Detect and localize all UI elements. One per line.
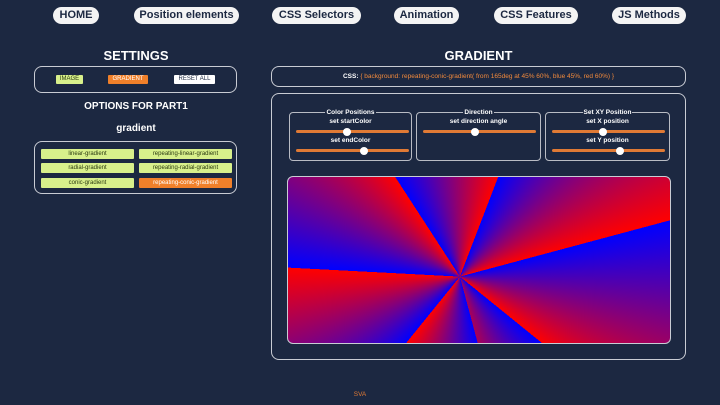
end-color-slider-thumb[interactable] xyxy=(359,146,368,155)
direction-angle-label: set direction angle xyxy=(449,118,508,125)
start-color-slider[interactable] xyxy=(296,127,409,136)
x-position-slider[interactable] xyxy=(552,127,665,136)
image-mode-button[interactable]: IMAGE xyxy=(56,75,83,84)
gradient-type-options: linear-gradient repeating-linear-gradien… xyxy=(34,141,237,194)
x-position-label: set X position xyxy=(586,118,629,125)
css-label: CSS: xyxy=(342,73,359,80)
y-position-label: set Y position xyxy=(586,137,629,144)
direction-group: Direction set direction angle xyxy=(416,109,541,161)
direction-angle-slider[interactable] xyxy=(423,127,536,136)
direction-angle-slider-thumb[interactable] xyxy=(470,127,479,136)
options-subtitle: gradient xyxy=(116,123,156,134)
color-positions-group: Color Positions set startColor set endCo… xyxy=(289,109,412,161)
repeating-linear-gradient-option[interactable]: repeating-linear-gradient xyxy=(139,149,232,159)
xy-position-legend: Set XY Position xyxy=(582,109,633,116)
options-title: OPTIONS FOR PART1 xyxy=(84,101,188,112)
direction-legend: Direction xyxy=(463,109,494,116)
nav-css-features-button[interactable]: CSS Features xyxy=(494,7,578,24)
color-positions-legend: Color Positions xyxy=(325,109,376,116)
mode-selector-box: IMAGE GRADIENT RESET ALL xyxy=(34,66,237,93)
linear-gradient-option[interactable]: linear-gradient xyxy=(41,149,134,159)
start-color-label: set startColor xyxy=(329,118,372,125)
xy-position-group: Set XY Position set X position set Y pos… xyxy=(545,109,670,161)
css-output-line: CSS: { background: repeating-conic-gradi… xyxy=(272,73,685,80)
nav-home-button[interactable]: HOME xyxy=(53,7,99,24)
nav-position-elements-button[interactable]: Position elements xyxy=(134,7,239,24)
end-color-slider[interactable] xyxy=(296,146,409,155)
y-position-slider[interactable] xyxy=(552,146,665,155)
y-position-slider-thumb[interactable] xyxy=(615,146,624,155)
css-value: { background: repeating-conic-gradient( … xyxy=(360,73,614,80)
reset-all-button[interactable]: RESET ALL xyxy=(174,75,215,84)
nav-css-selectors-button[interactable]: CSS Selectors xyxy=(272,7,361,24)
settings-title: SETTINGS xyxy=(103,48,169,63)
radial-gradient-option[interactable]: radial-gradient xyxy=(41,163,134,173)
top-nav: HOME Position elements CSS Selectors Ani… xyxy=(0,7,720,25)
footer-credit: SVA xyxy=(353,391,367,398)
repeating-conic-gradient-option[interactable]: repeating-conic-gradient xyxy=(139,178,232,188)
conic-gradient-option[interactable]: conic-gradient xyxy=(41,178,134,188)
css-output-box: CSS: { background: repeating-conic-gradi… xyxy=(271,66,686,87)
nav-animation-button[interactable]: Animation xyxy=(394,7,459,24)
gradient-mode-button[interactable]: GRADIENT xyxy=(108,75,148,84)
gradient-title: GRADIENT xyxy=(444,48,513,63)
gradient-preview xyxy=(287,176,671,344)
end-color-label: set endColor xyxy=(330,137,371,144)
repeating-radial-gradient-option[interactable]: repeating-radial-gradient xyxy=(139,163,232,173)
start-color-slider-thumb[interactable] xyxy=(342,127,351,136)
nav-js-methods-button[interactable]: JS Methods xyxy=(612,7,686,24)
x-position-slider-thumb[interactable] xyxy=(598,127,607,136)
